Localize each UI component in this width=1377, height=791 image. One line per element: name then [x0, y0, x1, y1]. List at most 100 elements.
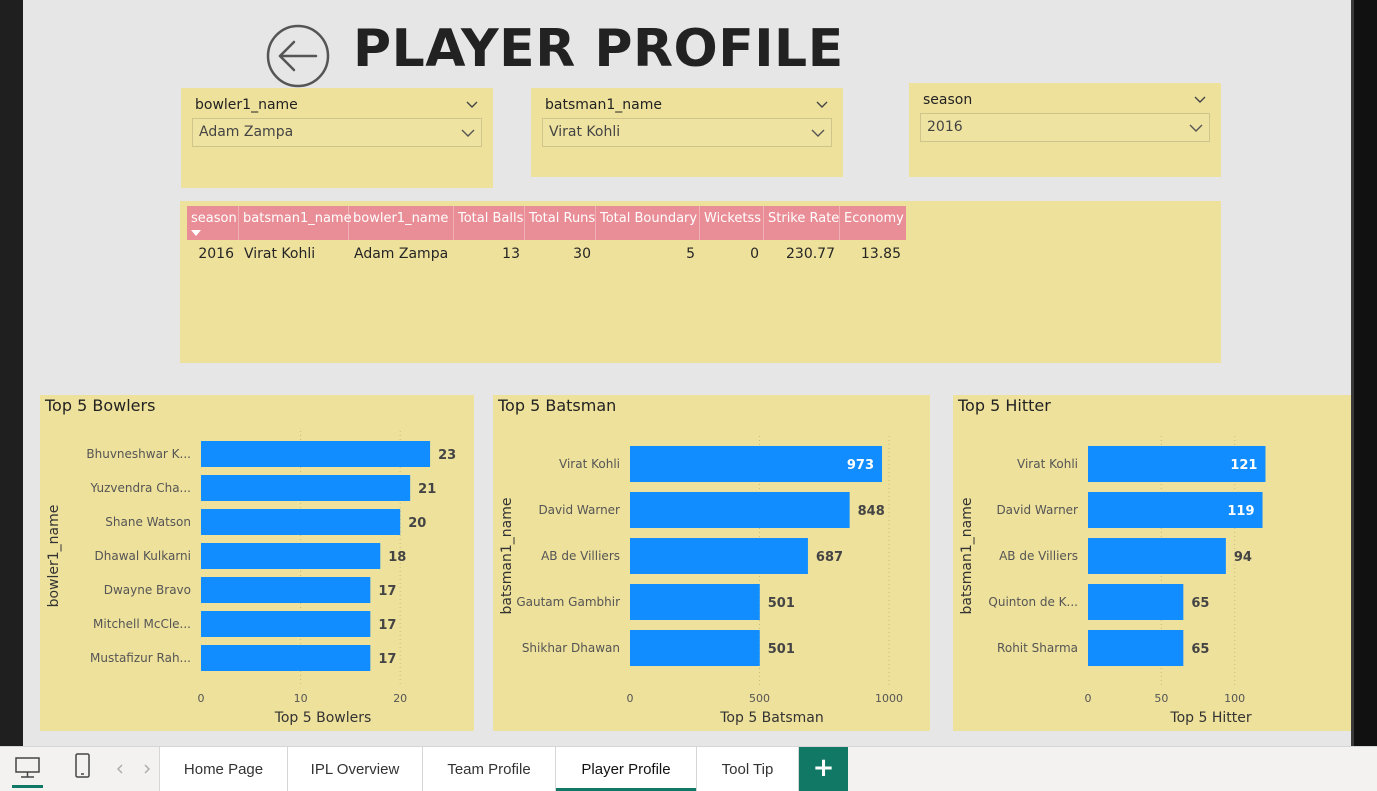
column-header-economy[interactable]: Economy	[840, 206, 906, 240]
data-label: 21	[418, 482, 436, 497]
table-cell: 13	[502, 246, 520, 262]
column-header-bowler[interactable]: bowler1_name	[349, 206, 454, 240]
next-page-button[interactable]	[140, 747, 154, 791]
bar-chart: Top 5 Batsman 0 500 1000 Virat Kohli 973 Davi…	[497, 396, 903, 726]
slicer-header[interactable]: bowler1_name	[195, 94, 479, 116]
data-label: 973	[847, 458, 874, 473]
slicer-header[interactable]: season	[923, 89, 1207, 111]
slicer-batsman: batsman1_name Virat Kohli	[531, 88, 843, 177]
bar[interactable]	[1088, 538, 1226, 574]
category-label: Dwayne Bravo	[104, 583, 191, 597]
column-header-season[interactable]: season	[187, 206, 239, 240]
add-page-button[interactable]: +	[799, 747, 848, 791]
x-tick-label: 20	[393, 692, 407, 705]
category-label: Shane Watson	[105, 515, 191, 529]
column-header-wicketss[interactable]: Wicketss	[700, 206, 764, 240]
chevron-left-icon	[117, 764, 123, 774]
category-label: Quinton de K...	[988, 595, 1078, 609]
bar[interactable]	[201, 475, 411, 501]
column-header-strike-rate[interactable]: Strike Rate	[764, 206, 840, 240]
column-header-batsman[interactable]: batsman1_name	[239, 206, 352, 240]
category-label: Gautam Gambhir	[516, 595, 620, 609]
bar[interactable]	[201, 577, 371, 603]
slicer-header[interactable]: batsman1_name	[545, 94, 829, 116]
data-label: 17	[378, 618, 396, 633]
column-header-total-boundary[interactable]: Total Boundary	[596, 206, 700, 240]
category-label: David Warner	[538, 503, 620, 517]
slicer-dropdown[interactable]: 2016	[920, 113, 1210, 142]
table-cell: 30	[573, 246, 591, 262]
x-tick-label: 500	[749, 692, 770, 705]
bar[interactable]	[201, 645, 371, 671]
chart-top-bowlers: Top 5 Bowlers 0 10 20 Bhuvneshwar K... 23 Yuz…	[40, 395, 474, 731]
data-label: 848	[858, 504, 885, 519]
x-tick-label: 10	[294, 692, 308, 705]
data-label: 23	[438, 448, 456, 463]
desktop-view-button[interactable]	[12, 747, 43, 791]
bar[interactable]	[630, 584, 760, 620]
tab-home-page[interactable]: Home Page	[159, 747, 287, 791]
x-axis-title: Top 5 Hitter	[1169, 710, 1251, 726]
data-label: 501	[768, 642, 795, 657]
data-label: 20	[408, 516, 426, 531]
x-axis-title: Top 5 Batsman	[719, 710, 824, 726]
table-cell: 230.77	[786, 246, 835, 262]
tab-player-profile[interactable]: Player Profile	[555, 747, 696, 791]
data-label: 687	[816, 550, 843, 565]
chevron-down-icon	[466, 101, 478, 108]
slicer-dropdown[interactable]: Adam Zampa	[192, 118, 482, 147]
bar-chart: Top 5 Bowlers 0 10 20 Bhuvneshwar K... 23 Yuz…	[44, 396, 456, 726]
chevron-down-icon	[1189, 124, 1203, 132]
plot-area: 0 10 20 Bhuvneshwar K... 23 Yuzvendra Cha... 2…	[86, 431, 456, 705]
table-cell: 2016	[198, 246, 234, 262]
bar[interactable]	[1088, 630, 1184, 666]
back-arrow-icon	[266, 24, 330, 88]
bar[interactable]	[630, 538, 808, 574]
x-tick-label: 50	[1154, 692, 1168, 705]
tab-team-profile[interactable]: Team Profile	[422, 747, 555, 791]
category-label: Mitchell McCle...	[93, 617, 191, 631]
slicer-dropdown[interactable]: Virat Kohli	[542, 118, 832, 147]
data-label: 17	[378, 584, 396, 599]
bar[interactable]	[1088, 584, 1184, 620]
data-label: 94	[1234, 550, 1252, 565]
table-cell: 13.85	[860, 246, 901, 262]
plot-area: 0 500 1000 Virat Kohli 973 David Warner 848 AB …	[516, 436, 903, 705]
bar[interactable]	[201, 441, 431, 467]
plot-area: 0 50 100 Virat Kohli 121 David Warner 119 AB de…	[988, 436, 1266, 705]
bar[interactable]	[630, 492, 850, 528]
table-row: 2016 Virat Kohli Adam Zampa 13 30 5 0 23…	[187, 243, 906, 265]
category-label: Bhuvneshwar K...	[86, 447, 191, 461]
data-label: 18	[388, 550, 406, 565]
x-tick-label: 0	[1085, 692, 1092, 705]
category-label: AB de Villiers	[541, 549, 620, 563]
back-button[interactable]	[266, 24, 330, 88]
x-tick-label: 0	[627, 692, 634, 705]
data-label: 121	[1230, 458, 1257, 473]
chevron-right-icon	[144, 764, 150, 774]
chevron-down-icon	[816, 101, 828, 108]
bar[interactable]	[630, 630, 760, 666]
bar[interactable]	[630, 446, 883, 482]
column-header-total-balls[interactable]: Total Balls	[454, 206, 525, 240]
category-label: Virat Kohli	[559, 457, 620, 471]
data-label: 65	[1191, 642, 1209, 657]
stats-table-panel: season batsman1_name bowler1_name Total …	[180, 201, 1221, 363]
category-label: Rohit Sharma	[997, 641, 1078, 655]
category-label: AB de Villiers	[999, 549, 1078, 563]
bar[interactable]	[201, 509, 401, 535]
category-label: Mustafizur Rah...	[90, 651, 191, 665]
sort-descending-icon	[191, 230, 201, 236]
mobile-view-button[interactable]	[73, 747, 93, 791]
desktop-icon	[15, 757, 40, 778]
previous-page-button[interactable]	[113, 747, 127, 791]
y-axis-title: batsman1_name	[499, 498, 515, 615]
slicer-field-label: batsman1_name	[545, 97, 662, 113]
chart-title: Top 5 Bowlers	[44, 396, 155, 415]
column-header-total-runs[interactable]: Total Runs	[525, 206, 596, 240]
bar[interactable]	[201, 611, 371, 637]
table-cell: Virat Kohli	[244, 246, 316, 262]
bar[interactable]	[201, 543, 381, 569]
tab-ipl-overview[interactable]: IPL Overview	[287, 747, 422, 791]
tab-tool-tip[interactable]: Tool Tip	[696, 747, 799, 791]
